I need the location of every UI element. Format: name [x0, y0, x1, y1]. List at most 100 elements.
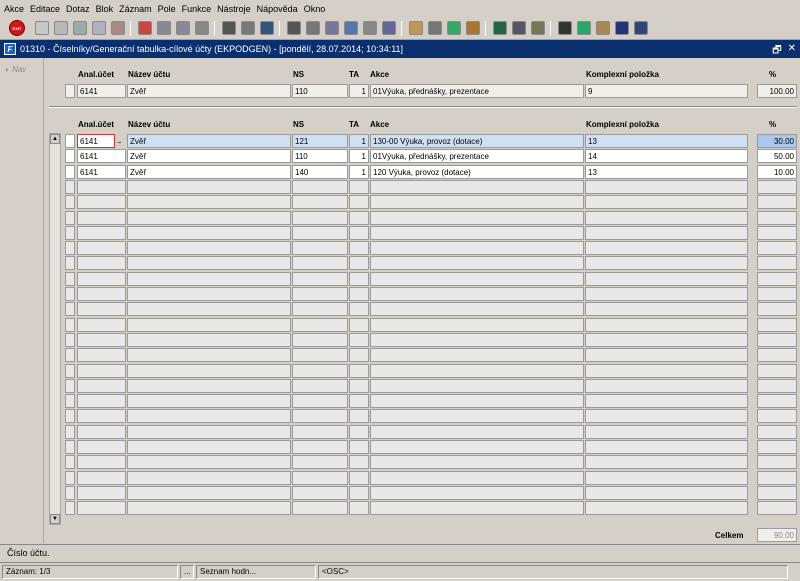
detail-akce-field[interactable]	[370, 471, 584, 485]
detail-ta-field[interactable]	[349, 226, 369, 240]
detail-komplex-field[interactable]	[585, 287, 748, 301]
detail-ns-field[interactable]	[292, 333, 348, 347]
detail-anal-field[interactable]	[77, 241, 126, 255]
detail-pct-field[interactable]	[757, 409, 797, 423]
columns-icon[interactable]	[382, 21, 396, 35]
sort-desc-icon[interactable]	[176, 21, 190, 35]
detail-anal-field[interactable]	[77, 272, 126, 286]
detail-komplex-field[interactable]	[585, 256, 748, 270]
detail-akce-field[interactable]	[370, 455, 584, 469]
row-selector[interactable]	[65, 348, 75, 362]
detail-pct-field[interactable]	[757, 425, 797, 439]
detail-ns-field[interactable]	[292, 318, 348, 332]
detail-akce-field[interactable]	[370, 272, 584, 286]
detail-nazev-field[interactable]	[127, 287, 291, 301]
detail-pct-field[interactable]	[757, 394, 797, 408]
mail-icon[interactable]	[260, 21, 274, 35]
detail-ns-field[interactable]	[292, 455, 348, 469]
filter-icon[interactable]	[195, 21, 209, 35]
detail-nazev-field[interactable]	[127, 486, 291, 500]
detail-ns-field[interactable]	[292, 272, 348, 286]
detail-nazev-field[interactable]	[127, 211, 291, 225]
row-selector[interactable]	[65, 180, 75, 194]
detail-anal-field[interactable]	[77, 409, 126, 423]
detail-akce-field[interactable]	[370, 287, 584, 301]
detail-nazev-field[interactable]	[127, 379, 291, 393]
detail-ns-field[interactable]	[292, 302, 348, 316]
detail-pct-field[interactable]: 10.00	[757, 165, 797, 179]
nav-label[interactable]: ◐ Nav	[5, 65, 26, 74]
detail-akce-field[interactable]	[370, 226, 584, 240]
row-selector[interactable]	[65, 318, 75, 332]
detail-anal-field[interactable]	[77, 501, 126, 515]
detail-komplex-field[interactable]	[585, 471, 748, 485]
print-preview-icon[interactable]	[241, 21, 255, 35]
detail-anal-field[interactable]	[77, 195, 126, 209]
detail-akce-field[interactable]	[370, 440, 584, 454]
detail-anal-field[interactable]: 6141	[77, 134, 115, 148]
detail-komplex-field[interactable]	[585, 241, 748, 255]
detail-ns-field[interactable]	[292, 195, 348, 209]
detail-komplex-field[interactable]	[585, 272, 748, 286]
row-selector[interactable]	[65, 501, 75, 515]
detail-nazev-field[interactable]	[127, 471, 291, 485]
detail-komplex-field[interactable]	[585, 486, 748, 500]
detail-komplex-field[interactable]	[585, 364, 748, 378]
detail-akce-field[interactable]	[370, 425, 584, 439]
detail-pct-field[interactable]	[757, 195, 797, 209]
detail-akce-field[interactable]	[370, 486, 584, 500]
detail-akce-field[interactable]: 120 Výuka, provoz (dotace)	[370, 165, 584, 179]
detail-ns-field[interactable]: 110	[292, 149, 348, 163]
detail-pct-field[interactable]	[757, 226, 797, 240]
cut-icon[interactable]	[287, 21, 301, 35]
detail-akce-field[interactable]	[370, 195, 584, 209]
detail-anal-field[interactable]	[77, 486, 126, 500]
detail-anal-field[interactable]	[77, 379, 126, 393]
detail-nazev-field[interactable]	[127, 409, 291, 423]
exit-icon[interactable]: EXIT	[9, 20, 25, 36]
row-selector[interactable]	[65, 471, 75, 485]
detail-anal-field[interactable]	[77, 425, 126, 439]
detail-anal-field[interactable]	[77, 333, 126, 347]
detail-akce-field[interactable]	[370, 241, 584, 255]
master-ns-field[interactable]: 110	[292, 84, 348, 98]
detail-ns-field[interactable]	[292, 364, 348, 378]
clone-icon[interactable]	[325, 21, 339, 35]
detail-ns-field[interactable]	[292, 211, 348, 225]
row-selector[interactable]	[65, 440, 75, 454]
printer-icon[interactable]	[222, 21, 236, 35]
detail-komplex-field[interactable]	[585, 348, 748, 362]
row-selector[interactable]	[65, 455, 75, 469]
detail-nazev-field[interactable]	[127, 348, 291, 362]
warning-icon[interactable]	[493, 21, 507, 35]
detail-ta-field[interactable]	[349, 486, 369, 500]
check-icon[interactable]	[73, 21, 87, 35]
execute-icon[interactable]	[306, 21, 320, 35]
detail-komplex-field[interactable]	[585, 425, 748, 439]
row-selector[interactable]	[65, 287, 75, 301]
detail-nazev-field[interactable]: Zvěř	[127, 134, 291, 148]
detail-komplex-field[interactable]	[585, 211, 748, 225]
row-selector[interactable]	[65, 241, 75, 255]
detail-ns-field[interactable]	[292, 425, 348, 439]
row-selector[interactable]	[65, 486, 75, 500]
detail-pct-field[interactable]: 50.00	[757, 149, 797, 163]
scroll-up-arrow-icon[interactable]: ▲	[50, 134, 60, 144]
detail-anal-field[interactable]	[77, 302, 126, 316]
detail-komplex-field[interactable]	[585, 501, 748, 515]
list-icon[interactable]	[363, 21, 377, 35]
detail-anal-field[interactable]	[77, 211, 126, 225]
detail-akce-field[interactable]	[370, 379, 584, 393]
detail-akce-field[interactable]	[370, 409, 584, 423]
menu-item-9[interactable]: Okno	[301, 4, 329, 14]
detail-ta-field[interactable]	[349, 364, 369, 378]
detail-anal-field[interactable]	[77, 471, 126, 485]
menu-item-1[interactable]: Editace	[27, 4, 63, 14]
detail-pct-field[interactable]	[757, 501, 797, 515]
detail-pct-field[interactable]	[757, 302, 797, 316]
detail-ta-field[interactable]	[349, 394, 369, 408]
detail-ns-field[interactable]	[292, 348, 348, 362]
detail-komplex-field[interactable]	[585, 302, 748, 316]
detail-ta-field[interactable]	[349, 211, 369, 225]
row-selector[interactable]	[65, 211, 75, 225]
